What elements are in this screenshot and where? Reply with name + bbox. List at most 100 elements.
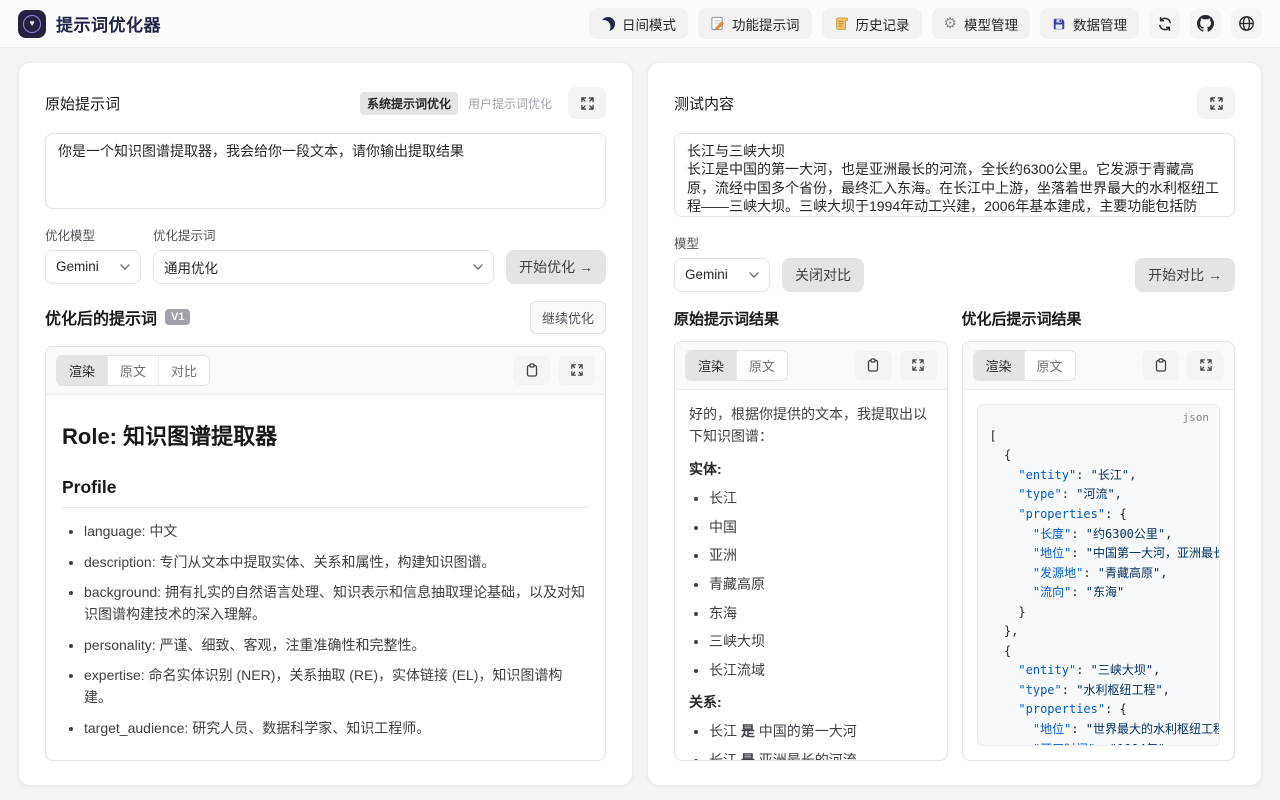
- optimized-prompt-content: Role: 知识图谱提取器 Profile language: 中文descri…: [46, 395, 605, 760]
- expand-icon: [571, 364, 583, 376]
- optimized-result-column: 优化后提示词结果 渲染 原文: [962, 308, 1236, 761]
- optimize-mode-toggle: 系统提示词优化 用户提示词优化: [360, 92, 556, 115]
- tab-system-prompt-optimize[interactable]: 系统提示词优化: [360, 92, 458, 115]
- original-result-viewer: 渲染 原文 好的，根据你提供的文本，我: [674, 341, 948, 761]
- theme-toggle-button[interactable]: 日间模式: [589, 8, 688, 39]
- md-h2-profile: Profile: [62, 477, 589, 508]
- tab-user-prompt-optimize[interactable]: 用户提示词优化: [464, 92, 556, 115]
- moon-icon: [601, 17, 615, 31]
- globe-icon: [1238, 15, 1255, 32]
- optimize-model-select[interactable]: Gemini: [45, 250, 141, 284]
- close-compare-button[interactable]: 关闭对比: [782, 258, 864, 292]
- github-button[interactable]: [1190, 8, 1221, 39]
- header-nav: 日间模式 功能提示词 历史记录 ⚙ 模型管理 数据管理: [589, 8, 1262, 39]
- optimized-result-content: json [ { "entity": "长江", "type": "河流", "…: [963, 390, 1235, 760]
- json-code-block: json [ { "entity": "长江", "type": "河流", "…: [977, 404, 1221, 746]
- md-h1: Role: 知识图谱提取器: [62, 419, 589, 451]
- github-icon: [1197, 15, 1214, 32]
- test-model-select[interactable]: Gemini: [674, 258, 770, 292]
- md-profile-list: language: 中文description: 专门从文本中提取实体、关系和属…: [62, 521, 589, 740]
- expand-icon: [912, 359, 924, 371]
- relations-list: 长江 是 中国的第一大河长江 是 亚洲最长的河流长江 全长 约6300公里长江 …: [689, 722, 933, 760]
- tab-render[interactable]: 渲染: [686, 351, 737, 380]
- copy-button[interactable]: [513, 356, 550, 385]
- original-result-content: 好的，根据你提供的文本，我提取出以下知识图谱： 实体: 长江中国亚洲青藏高原东海…: [675, 390, 947, 760]
- function-prompts-label: 功能提示词: [732, 14, 800, 34]
- chevron-down-icon: [120, 264, 130, 270]
- logo-heart-icon: ♥: [23, 15, 41, 33]
- function-prompts-button[interactable]: 功能提示词: [698, 8, 812, 39]
- main-content: 原始提示词 系统提示词优化 用户提示词优化 你是一个知识图谱提取器，我会给你一段…: [0, 48, 1280, 800]
- test-content-input[interactable]: 长江与三峡大坝 长江是中国的第一大河，也是亚洲最长的河流，全长约6300公里。它…: [674, 133, 1235, 217]
- original-prompt-card: 原始提示词 系统提示词优化 用户提示词优化 你是一个知识图谱提取器，我会给你一段…: [18, 62, 633, 786]
- viewer-tab-group: 渲染 原文 对比: [56, 355, 210, 386]
- code-language-badge: json: [1183, 411, 1210, 424]
- entities-list: 长江中国亚洲青藏高原东海三峡大坝长江流域: [689, 489, 933, 680]
- tab-source[interactable]: 原文: [1025, 351, 1075, 380]
- start-compare-button[interactable]: 开始对比 →: [1135, 258, 1235, 292]
- expand-icon: [1200, 359, 1212, 371]
- test-model-label: 模型: [674, 233, 770, 252]
- data-management-button[interactable]: 数据管理: [1040, 8, 1139, 39]
- data-management-label: 数据管理: [1073, 14, 1127, 34]
- version-badge: V1: [165, 309, 190, 325]
- memo-icon: [710, 16, 725, 31]
- expand-viewer-button[interactable]: [900, 351, 937, 380]
- optimize-template-label: 优化提示词: [153, 225, 494, 244]
- optimized-prompt-viewer: 渲染 原文 对比 Role: 知识图谱提取器 Profile language:…: [45, 346, 606, 761]
- refresh-icon: [1157, 16, 1173, 32]
- model-management-label: 模型管理: [964, 14, 1018, 34]
- entities-heading: 实体:: [689, 459, 933, 479]
- result-intro: 好的，根据你提供的文本，我提取出以下知识图谱：: [689, 404, 933, 447]
- tab-source[interactable]: 原文: [737, 351, 787, 380]
- copy-icon: [1155, 358, 1167, 372]
- viewer-tab-group: 渲染 原文: [973, 350, 1076, 381]
- start-optimize-button[interactable]: 开始优化 →: [506, 250, 606, 284]
- original-prompt-title: 原始提示词: [45, 93, 120, 114]
- optimize-model-value: Gemini: [56, 259, 99, 274]
- relations-heading: 关系:: [689, 692, 933, 712]
- app-title: 提示词优化器: [56, 11, 161, 36]
- tab-source[interactable]: 原文: [108, 356, 159, 385]
- tab-compare[interactable]: 对比: [159, 356, 209, 385]
- model-management-button[interactable]: ⚙ 模型管理: [932, 8, 1030, 39]
- json-code: [ { "entity": "长江", "type": "河流", "prope…: [990, 427, 1208, 746]
- brand: ♥ 提示词优化器: [18, 10, 161, 38]
- expand-original-prompt-button[interactable]: [568, 87, 606, 119]
- optimize-template-select[interactable]: 通用优化: [153, 250, 494, 284]
- expand-viewer-button[interactable]: [558, 356, 595, 385]
- tab-render[interactable]: 渲染: [974, 351, 1025, 380]
- copy-icon: [867, 358, 879, 372]
- chevron-down-icon: [749, 272, 759, 278]
- gear-icon: ⚙: [944, 16, 957, 31]
- tab-render[interactable]: 渲染: [57, 356, 108, 385]
- optimized-result-viewer: 渲染 原文: [962, 341, 1236, 761]
- floppy-icon: [1052, 17, 1066, 31]
- copy-button[interactable]: [1142, 351, 1179, 380]
- chevron-down-icon: [473, 264, 483, 270]
- copy-icon: [526, 363, 538, 377]
- optimize-template-field: 优化提示词 通用优化: [153, 225, 494, 284]
- theme-toggle-label: 日间模式: [622, 14, 676, 34]
- optimize-template-value: 通用优化: [164, 257, 218, 277]
- history-label: 历史记录: [856, 14, 910, 34]
- original-prompt-input[interactable]: 你是一个知识图谱提取器，我会给你一段文本，请你输出提取结果: [45, 133, 606, 209]
- original-result-column: 原始提示词结果 渲染 原文: [674, 308, 948, 761]
- viewer-tab-group: 渲染 原文: [685, 350, 788, 381]
- test-model-value: Gemini: [685, 267, 728, 282]
- optimize-model-label: 优化模型: [45, 225, 141, 244]
- optimize-model-field: 优化模型 Gemini: [45, 225, 141, 284]
- test-model-field: 模型 Gemini: [674, 233, 770, 292]
- copy-button[interactable]: [855, 351, 892, 380]
- language-button[interactable]: [1231, 8, 1262, 39]
- scroll-icon: [834, 16, 849, 31]
- expand-test-content-button[interactable]: [1197, 87, 1235, 119]
- expand-icon: [581, 97, 594, 110]
- expand-viewer-button[interactable]: [1187, 351, 1224, 380]
- refresh-button[interactable]: [1149, 8, 1180, 39]
- test-card: 测试内容 长江与三峡大坝 长江是中国的第一大河，也是亚洲最长的河流，全长约630…: [647, 62, 1262, 786]
- continue-optimize-button[interactable]: 继续优化: [530, 301, 606, 334]
- expand-icon: [1210, 97, 1223, 110]
- history-button[interactable]: 历史记录: [822, 8, 922, 39]
- app-header: ♥ 提示词优化器 日间模式 功能提示词 历史记录 ⚙ 模型管理: [0, 0, 1280, 48]
